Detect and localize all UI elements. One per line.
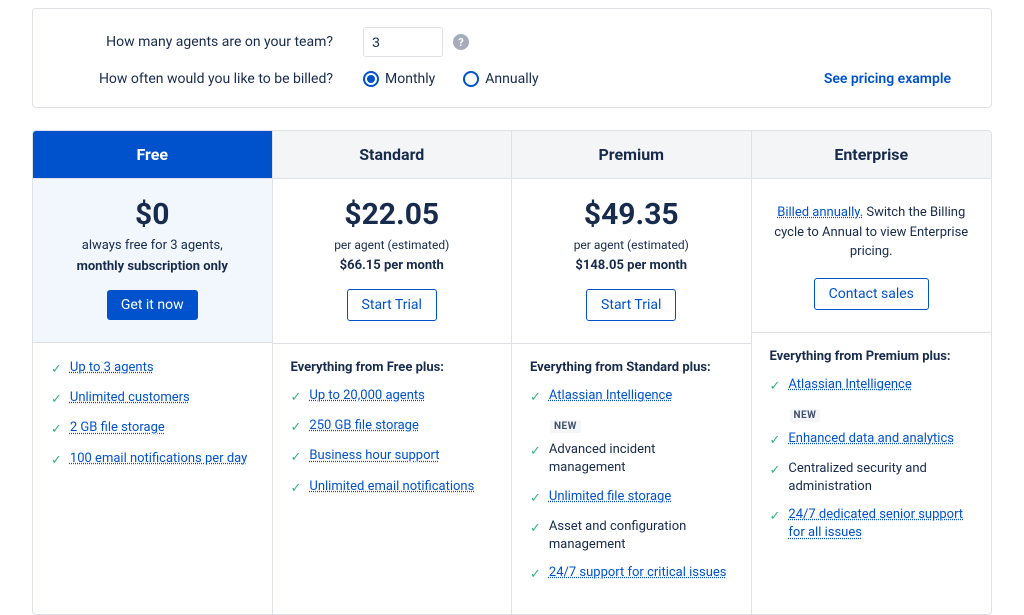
feature-link[interactable]: Atlassian Intelligence: [549, 387, 672, 405]
feature-link[interactable]: 24/7 support for critical issues: [549, 564, 727, 582]
plan-free-features: ✓ Up to 3 agents ✓ Unlimited customers ✓ 2 …: [33, 343, 272, 500]
plan-enterprise: Enterprise Billed annually. Switch the B…: [752, 131, 992, 614]
billing-annually-radio[interactable]: Annually: [463, 71, 538, 87]
check-icon: ✓: [530, 443, 541, 461]
pricing-example-link[interactable]: See pricing example: [824, 71, 951, 87]
plan-free-pricing: $0 always free for 3 agents, monthly sub…: [33, 179, 272, 343]
check-icon: ✓: [291, 389, 302, 407]
feature-text: Advanced incident management: [549, 441, 733, 477]
plan-standard: Standard $22.05 per agent (estimated) $6…: [273, 131, 513, 614]
agents-input[interactable]: [363, 27, 443, 57]
plan-standard-features: Everything from Free plus: ✓ Up to 20,000…: [273, 344, 512, 528]
plan-premium: Premium $49.35 per agent (estimated) $14…: [512, 131, 752, 614]
plan-standard-sub2: $66.15 per month: [340, 258, 444, 273]
check-icon: ✓: [51, 391, 62, 409]
radio-unchecked-icon: [463, 71, 479, 87]
plan-premium-pricing: $49.35 per agent (estimated) $148.05 per…: [512, 179, 751, 344]
features-title: Everything from Standard plus:: [530, 360, 733, 375]
billing-monthly-radio[interactable]: Monthly: [363, 71, 435, 87]
billed-annually-link[interactable]: Billed annually.: [777, 205, 863, 220]
check-icon: ✓: [770, 462, 781, 480]
check-icon: ✓: [51, 452, 62, 470]
check-icon: ✓: [770, 432, 781, 450]
features-title: Everything from Premium plus:: [770, 349, 974, 364]
check-icon: ✓: [530, 490, 541, 508]
feature-link[interactable]: Up to 3 agents: [70, 359, 154, 377]
plan-standard-price: $22.05: [344, 197, 439, 232]
feature-text: Asset and configuration management: [549, 518, 733, 554]
feature-link[interactable]: Unlimited file storage: [549, 488, 671, 506]
feature-link[interactable]: 2 GB file storage: [70, 419, 165, 437]
feature-link[interactable]: 100 email notifications per day: [70, 450, 247, 468]
feature-link[interactable]: 250 GB file storage: [309, 417, 418, 435]
plan-free-sub2: monthly subscription only: [77, 259, 228, 274]
check-icon: ✓: [770, 378, 781, 396]
check-icon: ✓: [770, 508, 781, 526]
new-badge: NEW: [790, 409, 821, 422]
plan-premium-cta[interactable]: Start Trial: [586, 289, 676, 321]
plan-premium-header: Premium: [512, 131, 751, 179]
feature-link[interactable]: Unlimited email notifications: [309, 478, 474, 496]
features-title: Everything from Free plus:: [291, 360, 494, 375]
plan-enterprise-cta[interactable]: Contact sales: [814, 278, 929, 310]
plan-enterprise-features: Everything from Premium plus: ✓ Atlassian…: [752, 333, 992, 573]
check-icon: ✓: [530, 389, 541, 407]
feature-link[interactable]: Enhanced data and analytics: [788, 430, 954, 448]
plan-premium-features: Everything from Standard plus: ✓ Atlassia…: [512, 344, 751, 614]
plan-standard-cta[interactable]: Start Trial: [347, 289, 437, 321]
radio-checked-icon: [363, 71, 379, 87]
check-icon: ✓: [530, 566, 541, 584]
check-icon: ✓: [51, 361, 62, 379]
agents-question: How many agents are on your team?: [73, 34, 363, 50]
check-icon: ✓: [291, 480, 302, 498]
plan-premium-sub1: per agent (estimated): [574, 238, 689, 252]
plan-free: Free $0 always free for 3 agents, monthl…: [33, 131, 273, 614]
feature-link[interactable]: Business hour support: [309, 447, 439, 465]
check-icon: ✓: [291, 449, 302, 467]
new-badge: NEW: [550, 420, 581, 433]
help-icon[interactable]: ?: [453, 34, 469, 50]
plan-standard-header: Standard: [273, 131, 512, 179]
plan-premium-price: $49.35: [584, 197, 679, 232]
plan-enterprise-note: Billed annually. Switch the Billing cycl…: [768, 203, 976, 262]
config-panel: How many agents are on your team? ? How …: [32, 8, 992, 108]
plan-enterprise-header: Enterprise: [752, 131, 992, 179]
plan-premium-sub2: $148.05 per month: [575, 258, 687, 273]
check-icon: ✓: [530, 520, 541, 538]
pricing-grid: Free $0 always free for 3 agents, monthl…: [32, 130, 992, 615]
check-icon: ✓: [51, 421, 62, 439]
plan-free-cta[interactable]: Get it now: [107, 290, 198, 320]
feature-link[interactable]: Atlassian Intelligence: [788, 376, 911, 394]
feature-link[interactable]: Up to 20,000 agents: [309, 387, 424, 405]
feature-link[interactable]: Unlimited customers: [70, 389, 190, 407]
plan-standard-sub1: per agent (estimated): [334, 238, 449, 252]
plan-free-sub1: always free for 3 agents,: [82, 238, 223, 253]
plan-standard-pricing: $22.05 per agent (estimated) $66.15 per …: [273, 179, 512, 344]
plan-free-header: Free: [33, 131, 272, 179]
feature-text: Centralized security and administration: [788, 460, 973, 496]
plan-enterprise-pricing: Billed annually. Switch the Billing cycl…: [752, 179, 992, 333]
feature-link[interactable]: 24/7 dedicated senior support for all is…: [788, 506, 973, 542]
plan-free-price: $0: [135, 197, 169, 232]
billing-question: How often would you like to be billed?: [73, 71, 363, 87]
billing-annually-label: Annually: [485, 71, 538, 87]
check-icon: ✓: [291, 419, 302, 437]
billing-monthly-label: Monthly: [385, 71, 435, 87]
